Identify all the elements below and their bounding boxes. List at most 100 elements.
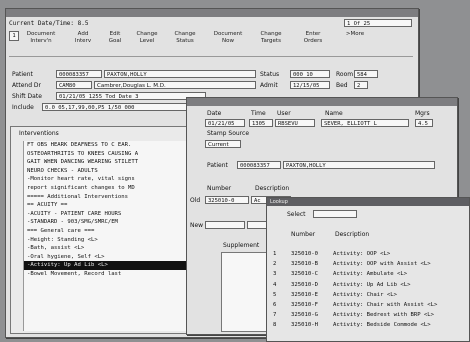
intervention-item[interactable]: report significant changes to MD: [24, 184, 206, 193]
row-number: 325010-E: [291, 291, 318, 298]
stamp-source-field[interactable]: Current: [205, 140, 241, 148]
current-datetime-label: Current Date/Time: 8.5: [9, 20, 89, 27]
new-label: New: [190, 222, 204, 229]
user-header: User: [277, 110, 291, 117]
row-number: 325010-G: [291, 312, 318, 319]
row-index: 2: [273, 261, 277, 268]
room-label: Room: [336, 71, 354, 78]
lookup-window: Lookup Select Number Description 1 325010…: [266, 197, 470, 342]
intervention-item[interactable]: ===== Additional Interventions: [24, 193, 206, 202]
change-status-button[interactable]: Change Status: [166, 31, 204, 51]
name-header: Name: [325, 110, 343, 117]
lookup-row[interactable]: 3 325010-C Activity: Ambulate <L>: [269, 270, 465, 279]
stamp-source-label: Stamp Source: [207, 130, 250, 137]
bed-field[interactable]: 2: [354, 81, 368, 89]
change-targets-button[interactable]: Change Targets: [252, 31, 290, 51]
row-index: 5: [273, 291, 277, 298]
attend-name-field[interactable]: Cambrer,Douglas L. M.D.: [94, 81, 256, 89]
include-field[interactable]: 0.0 05,17,99,00,P5 1/50 000: [42, 103, 192, 111]
charge-mgrs-field[interactable]: 4.5: [415, 119, 433, 127]
intervention-list[interactable]: FT OBS HEARK DEAFNESS TO C EAR. OSTEOARTH…: [23, 141, 206, 331]
charge-patient-name-field[interactable]: PAXTON,HOLLY: [283, 161, 435, 169]
intervention-item[interactable]: -Monitor heart rate, vital signs: [24, 175, 206, 184]
lookup-row[interactable]: 7 325010-G Activity: Bedrest with BRP <L>: [269, 311, 465, 320]
select-input[interactable]: [313, 210, 357, 218]
supplement-label: Supplement: [223, 242, 260, 249]
description-label: Description: [255, 185, 290, 192]
patient-name-field[interactable]: PAXTON,HOLLY: [104, 70, 256, 78]
intervention-item[interactable]: -Oral hygiene, Self <L>: [24, 253, 206, 262]
charge-title-bar: [187, 98, 457, 106]
old-number-field[interactable]: 325010-0: [205, 196, 249, 204]
shift-date-label: Shift Date: [12, 93, 42, 100]
charge-time-field[interactable]: 1305: [249, 119, 273, 127]
intervention-item[interactable]: -Bath, assist <L>: [24, 244, 206, 253]
intervention-item[interactable]: === General care ===: [24, 227, 206, 236]
bed-label: Bed: [336, 82, 348, 89]
more-button[interactable]: >More: [336, 31, 374, 51]
document-now-button[interactable]: Document Now: [209, 31, 247, 51]
row-index: 7: [273, 312, 277, 319]
new-number-field[interactable]: [205, 221, 245, 229]
lookup-row[interactable]: 1 325010-0 Activity: OOP <L>: [269, 250, 465, 259]
new-description-field[interactable]: [247, 221, 267, 229]
lookup-row[interactable]: 4 325010-D Activity: Up Ad Lib <L>: [269, 281, 465, 290]
row-index: 1: [273, 251, 277, 257]
room-field[interactable]: 584: [354, 70, 378, 78]
change-level-button[interactable]: Change Level: [128, 31, 166, 51]
charge-date-field[interactable]: 01/21/05: [205, 119, 245, 127]
lookup-row[interactable]: 6 325010-F Activity: Chair with Assist <L>: [269, 301, 465, 310]
admit-field[interactable]: 12/15/05: [290, 81, 330, 89]
lookup-row[interactable]: 8 325010-H Activity: Bedside Commode <L>: [269, 321, 465, 330]
row-description: Activity: OOP with Assist <L>: [333, 261, 431, 268]
intervention-item[interactable]: == ACUITY ==: [24, 201, 206, 210]
intervention-item[interactable]: -Activity: Up Ad Lib <L>: [24, 261, 206, 270]
row-index: 3: [273, 271, 277, 278]
charge-user-field[interactable]: RBSEVU: [275, 119, 315, 127]
attend-code-field[interactable]: CAM80: [56, 81, 92, 89]
enter-orders-button[interactable]: Enter Orders: [294, 31, 332, 51]
charge-patient-id-field[interactable]: 000083357: [237, 161, 281, 169]
main-title-bar: [6, 9, 418, 17]
patient-id-field[interactable]: 000083357: [56, 70, 102, 78]
row-description: Activity: OOP <L>: [333, 251, 391, 257]
interventions-header: Interventions: [19, 130, 59, 137]
mgrs-header: Mgrs: [415, 110, 430, 117]
attend-dr-label: Attend Dr: [12, 82, 42, 89]
shift-date-field[interactable]: 01/21/05 1255 Tod Date 3: [56, 92, 206, 100]
select-label: Select: [287, 211, 306, 218]
number-column-header: Number: [291, 231, 316, 238]
old-label: Old: [190, 197, 201, 204]
date-header: Date: [207, 110, 222, 117]
lookup-title-bar: Lookup: [267, 198, 469, 206]
intervention-item[interactable]: OSTEOARTHRITIS TO KNEES CAUSING A: [24, 150, 206, 159]
row-description: Activity: Chair <L>: [333, 291, 397, 298]
include-label: Include: [12, 104, 34, 111]
record-counter: 1 Of 25: [344, 19, 412, 27]
lookup-row[interactable]: 2 325010-B Activity: OOP with Assist <L>: [269, 260, 465, 269]
charge-name-field[interactable]: SEVER, ELLIOTT L: [321, 119, 409, 127]
row-description: Activity: Bedrest with BRP <L>: [333, 312, 435, 319]
number-label: Number: [207, 185, 232, 192]
intervention-item[interactable]: NEURO CHECKS - ADULTS: [24, 167, 206, 176]
row-number: 325010-F: [291, 302, 318, 308]
row-description: Activity: Up Ad Lib <L>: [333, 281, 411, 288]
charge-patient-label: Patient: [207, 162, 228, 169]
intervention-item[interactable]: GAIT WHEN DANCING WEARING STILETT: [24, 158, 206, 167]
intervention-item[interactable]: -ACUITY - PATIENT CARE HOURS: [24, 210, 206, 219]
lookup-row[interactable]: 5 325010-E Activity: Chair <L>: [269, 291, 465, 300]
row-number: 325010-H: [291, 322, 318, 329]
document-intervention-button[interactable]: Document Interv'n: [22, 31, 60, 51]
row-description: Activity: Ambulate <L>: [333, 271, 408, 278]
intervention-item[interactable]: FT OBS HEARK DEAFNESS TO C EAR.: [24, 141, 206, 150]
patient-label: Patient: [12, 71, 33, 78]
intervention-item[interactable]: -Bowel Movement, Record last: [24, 270, 206, 279]
status-field[interactable]: 000 10: [290, 70, 330, 78]
admit-label: Admit: [260, 82, 278, 89]
intervention-item[interactable]: -Height: Standing <L>: [24, 236, 206, 245]
interventions-panel: Interventions FT OBS HEARK DEAFNESS TO C…: [10, 126, 208, 334]
lookup-results-list[interactable]: 1 325010-0 Activity: OOP <L> 2 325010-B Activ…: [269, 250, 465, 340]
description-column-header: Description: [335, 231, 370, 238]
tab-1[interactable]: 1: [9, 31, 19, 41]
intervention-item[interactable]: -STANDARD - 903/SMG/SMRC/EM: [24, 218, 206, 227]
